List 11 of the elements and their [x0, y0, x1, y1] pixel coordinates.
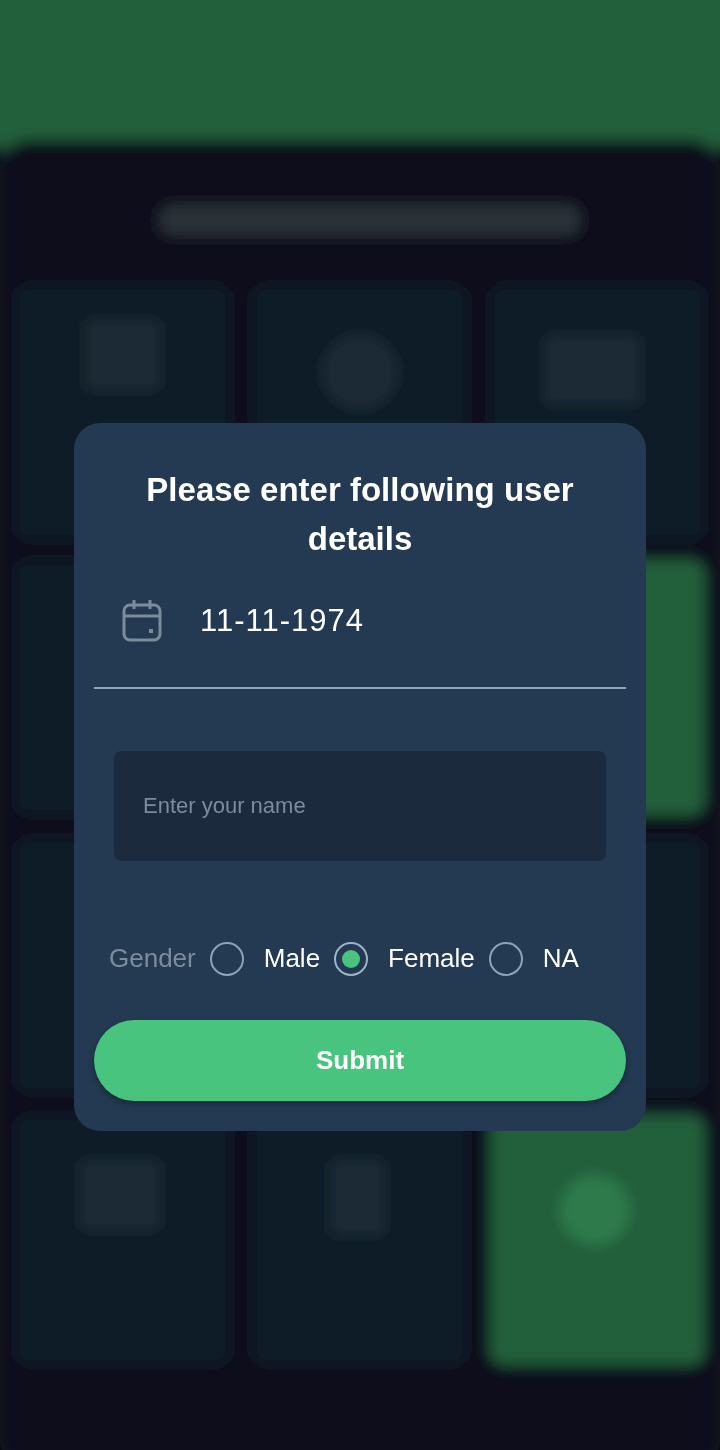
dialog-title: Please enter following user details: [145, 470, 575, 559]
radio-button-selected[interactable]: [334, 941, 369, 976]
gender-label: Gender: [109, 942, 196, 975]
radio-label: Female: [388, 942, 475, 975]
date-field[interactable]: 11-11-1974: [94, 563, 626, 689]
radio-label: NA: [542, 942, 579, 975]
calendar-icon: [122, 599, 162, 643]
name-field[interactable]: Enter your name: [114, 751, 606, 861]
radio-label: Male: [263, 942, 321, 975]
radio-button[interactable]: [488, 941, 523, 976]
radio-button[interactable]: [209, 941, 244, 976]
